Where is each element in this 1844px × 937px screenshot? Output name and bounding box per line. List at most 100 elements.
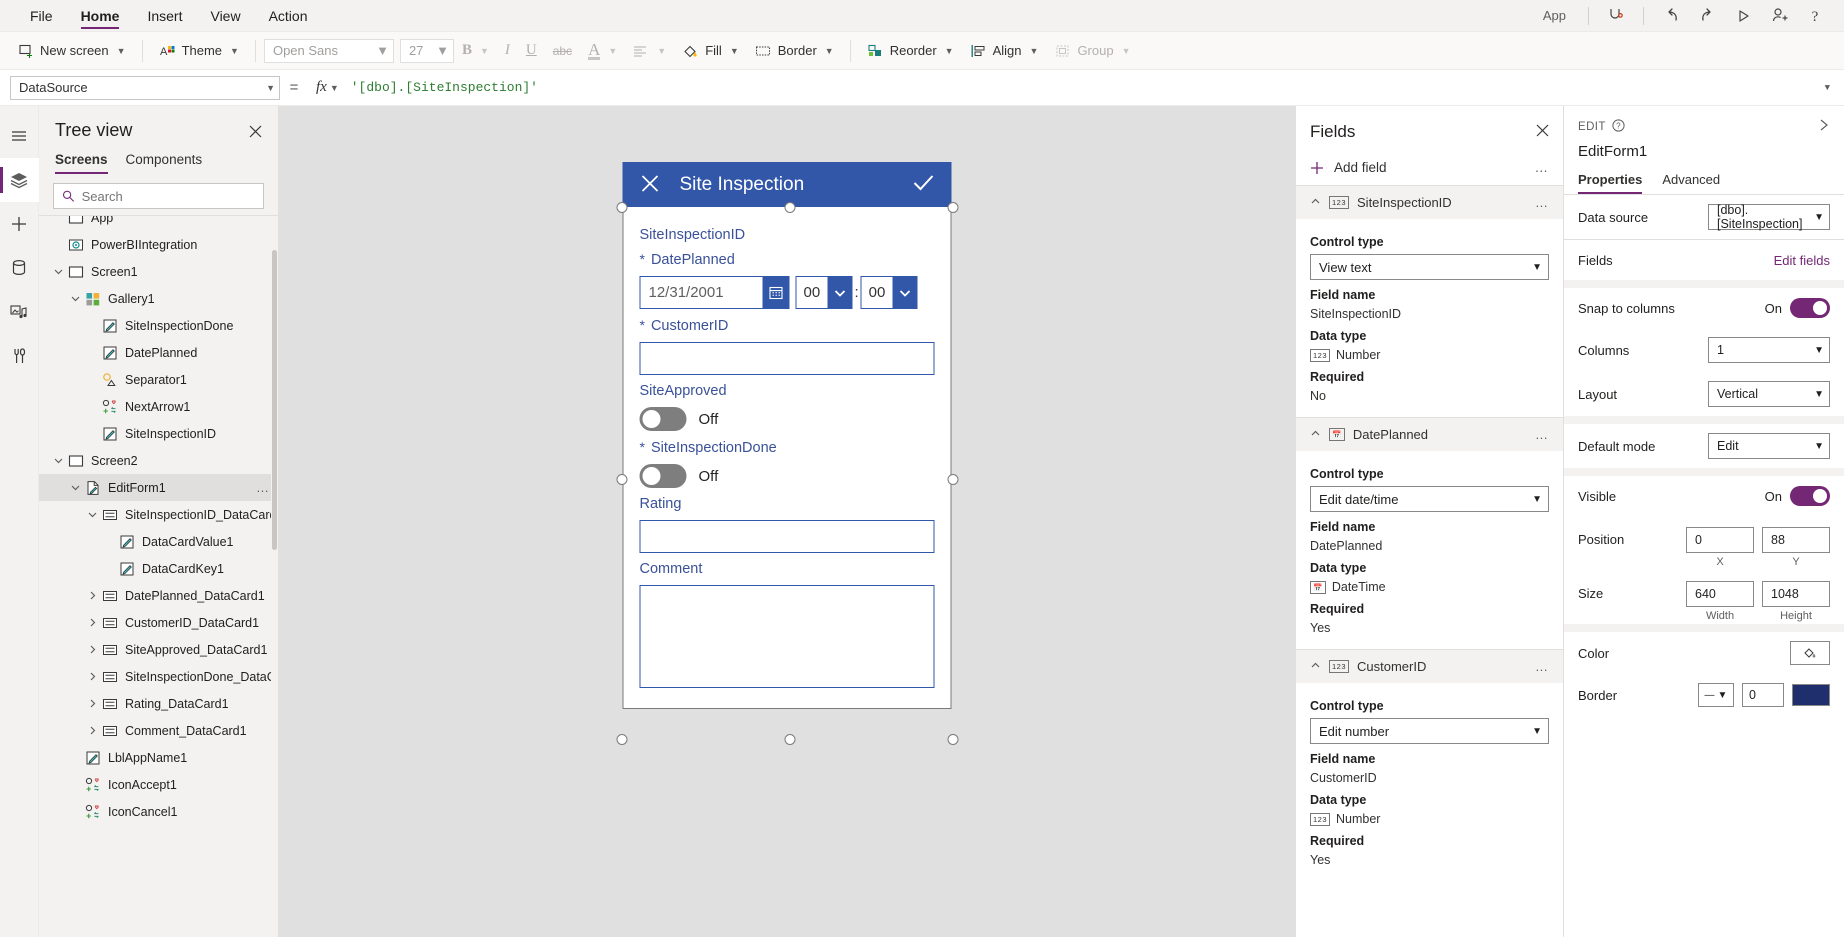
date-time-picker[interactable]: 12/31/2001 00 : 00 [639,276,935,309]
resize-handle-bottom-left[interactable] [616,734,628,745]
chevron-down-icon[interactable] [827,277,852,308]
tree-item-dateplanned[interactable]: DatePlanned [39,339,278,366]
tree-item-iconaccept1[interactable]: IconAccept1 [39,771,278,798]
tree-item-powerbiintegration[interactable]: PowerBIIntegration [39,231,278,258]
rating-input[interactable] [639,520,935,553]
tree-item-lblappname1[interactable]: LblAppName1 [39,744,278,771]
fx-button[interactable]: fx ▼ [308,79,347,96]
tree-item-app[interactable]: App [39,216,278,231]
minute-select[interactable]: 00 [860,276,918,309]
tree-item-editform1[interactable]: EditForm1… [39,474,278,501]
siteapproved-toggle-row[interactable]: Off [639,407,935,431]
tree-item-customerid_datacard1[interactable]: CustomerID_DataCard1 [39,609,278,636]
control-type-select[interactable]: Edit date/time ▼ [1310,486,1549,512]
tree-item-rating_datacard1[interactable]: Rating_DataCard1 [39,690,278,717]
hamburger-icon[interactable] [0,114,39,158]
date-input[interactable]: 12/31/2001 [639,276,790,309]
default-mode-select[interactable]: Edit ▼ [1708,433,1830,459]
chevron-up-icon[interactable] [1310,195,1321,210]
tree-item-screen1[interactable]: Screen1 [39,258,278,285]
tree-item-comment_datacard1[interactable]: Comment_DataCard1 [39,717,278,744]
more-options-icon[interactable]: … [1535,195,1549,210]
resize-handle-top-center[interactable] [784,202,796,213]
more-options-icon[interactable]: … [1535,659,1549,674]
tree-item-siteapproved_datacard1[interactable]: SiteApproved_DataCard1 [39,636,278,663]
resize-handle-top-right[interactable] [947,202,959,213]
chevron-right-icon[interactable] [85,670,99,684]
more-options-icon[interactable]: … [256,480,270,495]
chevron-right-icon[interactable] [85,643,99,657]
search-box[interactable] [53,183,264,209]
visible-toggle[interactable] [1790,486,1830,506]
tree-list-scroll[interactable]: App PowerBIIntegration Screen1 Gallery1 Site… [39,215,278,937]
tree-item-datacardkey1[interactable]: DataCardKey1 [39,555,278,582]
search-input[interactable] [81,188,255,204]
media-icon[interactable] [0,290,39,334]
tab-screens[interactable]: Screens [55,148,108,174]
undo-icon[interactable] [1654,1,1688,31]
resize-handle-middle-right[interactable] [947,474,959,485]
chevron-right-icon[interactable] [85,697,99,711]
edit-form[interactable]: SiteInspectionID * DatePlanned 12/31/200… [622,207,952,709]
size-height-input[interactable]: 1048 [1762,580,1830,607]
app-label[interactable]: App [1531,8,1578,23]
calendar-icon[interactable] [762,277,789,308]
more-options-icon[interactable]: … [1535,427,1549,442]
tree-item-siteinspectiondone_datacard1[interactable]: SiteInspectionDone_DataCard1 [39,663,278,690]
chevron-down-icon[interactable] [68,292,82,306]
field-section-header[interactable]: 123 CustomerID… [1296,650,1563,683]
color-swatch-button[interactable] [1790,641,1830,665]
help-icon[interactable]: ? [1798,1,1832,31]
font-color-button[interactable]: A ▼ [580,37,625,65]
strikethrough-button[interactable]: abc [545,37,580,65]
resize-handle-bottom-right[interactable] [947,734,959,745]
tree-item-nextarrow1[interactable]: NextArrow1 [39,393,278,420]
control-type-select[interactable]: View text ▼ [1310,254,1549,280]
formula-input[interactable]: '[dbo].[SiteInspection]' ▼ [347,75,1834,101]
tree-item-siteinspectiondone[interactable]: SiteInspectionDone [39,312,278,339]
bold-button[interactable]: B ▼ [454,37,497,65]
border-style-select[interactable]: — ▼ [1698,683,1734,707]
theme-button[interactable]: A Theme ▼ [151,37,247,65]
siteapproved-toggle[interactable] [639,407,687,431]
layers-icon[interactable] [0,158,39,202]
font-name-select[interactable]: Open Sans ▼ [263,38,394,63]
add-field-button[interactable]: Add field … [1296,152,1563,185]
control-type-select[interactable]: Edit number ▼ [1310,718,1549,744]
field-section-header[interactable]: 📅 DatePlanned… [1296,418,1563,451]
resize-handle-bottom-center[interactable] [784,734,796,745]
chevron-down-icon[interactable]: ▼ [1825,83,1834,93]
chevron-right-icon[interactable] [85,616,99,630]
menu-item-insert[interactable]: Insert [133,0,196,32]
chevron-down-icon[interactable] [51,454,65,468]
tree-item-siteinspectionid_datacard1[interactable]: SiteInspectionID_DataCard1 [39,501,278,528]
tree-scrollbar-thumb[interactable] [272,250,277,550]
menu-item-home[interactable]: Home [67,0,134,32]
data-source-select[interactable]: [dbo].[SiteInspection] ▼ [1708,203,1830,231]
menu-item-action[interactable]: Action [255,0,322,32]
chevron-down-icon[interactable] [51,265,65,279]
size-width-input[interactable]: 640 [1686,580,1754,607]
app-canvas[interactable]: Site Inspection SiteInspectionID * DateP… [279,106,1295,937]
chevron-right-icon[interactable] [1817,118,1830,135]
chevron-down-icon[interactable] [85,508,99,522]
position-y-input[interactable]: 88 [1762,526,1830,553]
play-icon[interactable] [1726,1,1760,31]
reorder-button[interactable]: Reorder ▼ [859,37,962,65]
more-options-icon[interactable]: … [1535,160,1550,175]
tree-scrollbar[interactable] [271,216,278,937]
new-screen-button[interactable]: New screen ▼ [10,37,134,65]
chevron-up-icon[interactable] [1310,427,1321,442]
field-section-header[interactable]: 123 SiteInspectionID… [1296,186,1563,219]
comment-input[interactable] [639,585,935,688]
align-button[interactable]: Align ▼ [962,37,1047,65]
redo-icon[interactable] [1690,1,1724,31]
border-color-swatch[interactable] [1792,684,1830,706]
position-x-input[interactable]: 0 [1686,526,1754,553]
resize-handle-middle-left[interactable] [616,474,628,485]
hour-select[interactable]: 00 [795,276,853,309]
tree-item-separator1[interactable]: Separator1 [39,366,278,393]
share-user-icon[interactable] [1762,1,1796,31]
snap-to-columns-toggle[interactable] [1790,298,1830,318]
chevron-right-icon[interactable] [85,589,99,603]
